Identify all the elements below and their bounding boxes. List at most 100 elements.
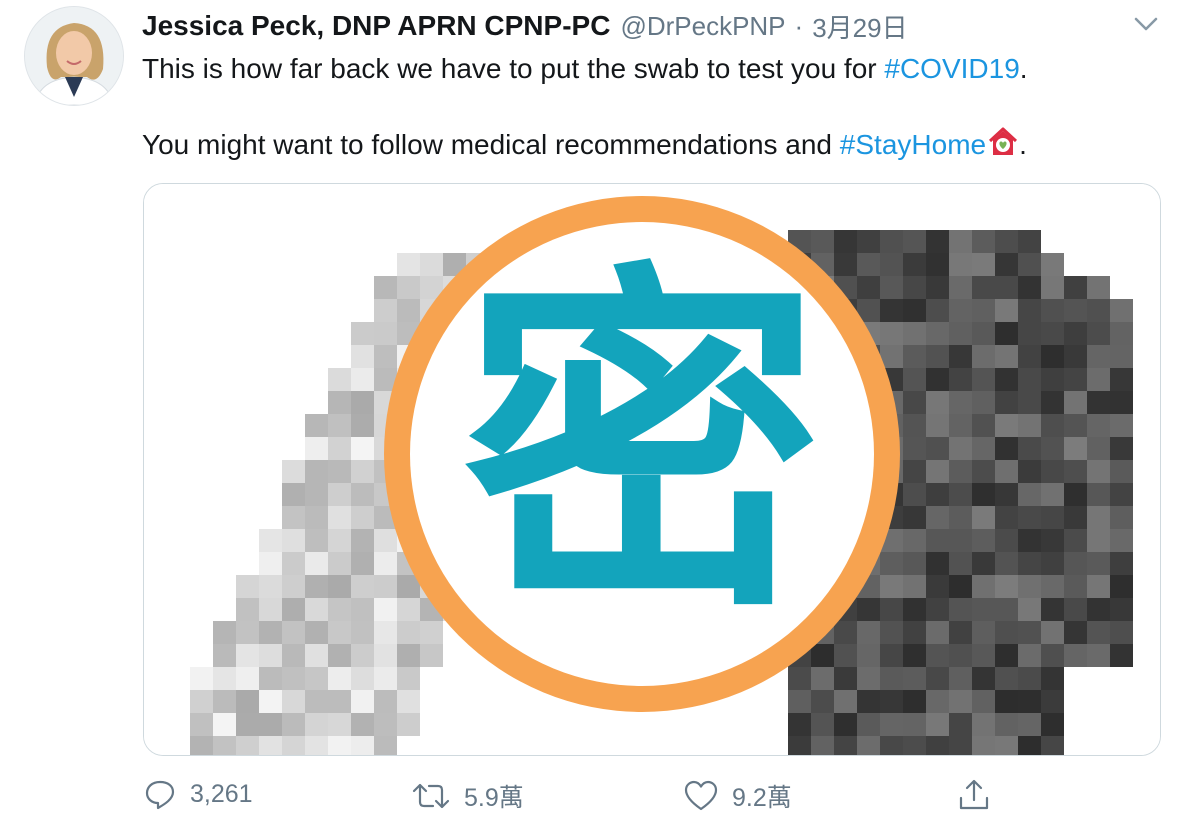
- mosaic-tile: [328, 575, 351, 598]
- mosaic-tile: [834, 690, 857, 713]
- mosaic-tile: [1018, 690, 1041, 713]
- mosaic-tile: [834, 644, 857, 667]
- mosaic-tile: [857, 253, 880, 276]
- mosaic-tile: [1041, 575, 1064, 598]
- mosaic-tile: [949, 506, 972, 529]
- mosaic-tile: [282, 552, 305, 575]
- mosaic-tile: [857, 690, 880, 713]
- mosaic-tile: [880, 299, 903, 322]
- mosaic-tile: [351, 460, 374, 483]
- mosaic-tile: [213, 667, 236, 690]
- mosaic-tile: [374, 598, 397, 621]
- mosaic-tile: [328, 690, 351, 713]
- mosaic-tile: [1087, 552, 1110, 575]
- mosaic-tile: [1018, 414, 1041, 437]
- mosaic-tile: [397, 644, 420, 667]
- reply-button[interactable]: 3,261: [144, 778, 253, 810]
- mosaic-tile: [903, 322, 926, 345]
- author-name[interactable]: Jessica Peck, DNP APRN CPNP-PC: [142, 10, 610, 42]
- mosaic-tile: [880, 690, 903, 713]
- mosaic-tile: [351, 621, 374, 644]
- mosaic-tile: [949, 552, 972, 575]
- like-button[interactable]: 9.2萬: [684, 778, 792, 814]
- mosaic-tile: [1041, 368, 1064, 391]
- mosaic-tile: [880, 713, 903, 736]
- mosaic-tile: [282, 667, 305, 690]
- mosaic-tile: [995, 345, 1018, 368]
- mosaic-tile: [926, 391, 949, 414]
- hashtag-covid19[interactable]: #COVID19: [884, 53, 1019, 84]
- mosaic-tile: [1064, 598, 1087, 621]
- mosaic-tile: [880, 667, 903, 690]
- mosaic-tile: [1087, 598, 1110, 621]
- mosaic-tile: [880, 598, 903, 621]
- mosaic-tile: [972, 506, 995, 529]
- mosaic-tile: [995, 552, 1018, 575]
- mosaic-tile: [1018, 437, 1041, 460]
- mosaic-tile: [972, 598, 995, 621]
- mosaic-tile: [995, 690, 1018, 713]
- mosaic-tile: [926, 506, 949, 529]
- mosaic-tile: [880, 575, 903, 598]
- mosaic-tile: [397, 276, 420, 299]
- mosaic-tile: [1041, 276, 1064, 299]
- mosaic-tile: [788, 713, 811, 736]
- mosaic-tile: [834, 667, 857, 690]
- tweet-date[interactable]: 3月29日: [812, 8, 907, 45]
- mosaic-tile: [328, 667, 351, 690]
- mosaic-tile: [397, 713, 420, 736]
- mosaic-tile: [1018, 575, 1041, 598]
- mosaic-tile: [259, 667, 282, 690]
- mosaic-tile: [903, 552, 926, 575]
- mosaic-tile: [1041, 483, 1064, 506]
- avatar[interactable]: [24, 6, 124, 106]
- mosaic-tile: [1064, 345, 1087, 368]
- mosaic-tile: [420, 644, 443, 667]
- mosaic-tile: [1018, 299, 1041, 322]
- mosaic-tile: [972, 322, 995, 345]
- chevron-down-icon[interactable]: [1130, 12, 1162, 36]
- mosaic-tile: [926, 690, 949, 713]
- mosaic-tile: [1018, 368, 1041, 391]
- like-icon: [684, 780, 718, 811]
- mosaic-tile: [949, 276, 972, 299]
- mosaic-tile: [857, 230, 880, 253]
- mosaic-tile: [1018, 713, 1041, 736]
- mosaic-tile: [972, 529, 995, 552]
- tweet-media-image[interactable]: 密: [143, 183, 1161, 756]
- hashtag-stayhome[interactable]: #StayHome: [840, 129, 986, 160]
- mosaic-tile: [995, 667, 1018, 690]
- mosaic-tile: [1087, 506, 1110, 529]
- mosaic-tile: [213, 713, 236, 736]
- share-button[interactable]: [957, 778, 991, 812]
- mosaic-tile: [903, 621, 926, 644]
- mosaic-tile: [949, 391, 972, 414]
- mosaic-tile: [926, 276, 949, 299]
- mosaic-tile: [190, 713, 213, 736]
- mosaic-tile: [282, 736, 305, 755]
- mosaic-tile: [903, 690, 926, 713]
- mosaic-tile: [397, 690, 420, 713]
- mosaic-tile: [1110, 414, 1133, 437]
- mosaic-tile: [1110, 345, 1133, 368]
- mosaic-tile: [949, 460, 972, 483]
- mosaic-tile: [926, 575, 949, 598]
- tweet-action-bar: 3,261 5.9萬 9.2萬: [0, 770, 1182, 820]
- mosaic-tile: [1041, 437, 1064, 460]
- mosaic-tile: [259, 690, 282, 713]
- mosaic-tile: [328, 460, 351, 483]
- mosaic-tile: [305, 667, 328, 690]
- mosaic-tile: [972, 552, 995, 575]
- mosaic-tile: [1041, 667, 1064, 690]
- author-handle[interactable]: @DrPeckPNP: [620, 11, 785, 42]
- mosaic-tile: [880, 276, 903, 299]
- mosaic-tile: [903, 713, 926, 736]
- retweet-button[interactable]: 5.9萬: [412, 778, 524, 814]
- mosaic-tile: [351, 391, 374, 414]
- mosaic-tile: [1087, 483, 1110, 506]
- mosaic-tile: [972, 391, 995, 414]
- mosaic-tile: [282, 483, 305, 506]
- mosaic-tile: [351, 414, 374, 437]
- mosaic-tile: [1018, 529, 1041, 552]
- mosaic-tile: [420, 621, 443, 644]
